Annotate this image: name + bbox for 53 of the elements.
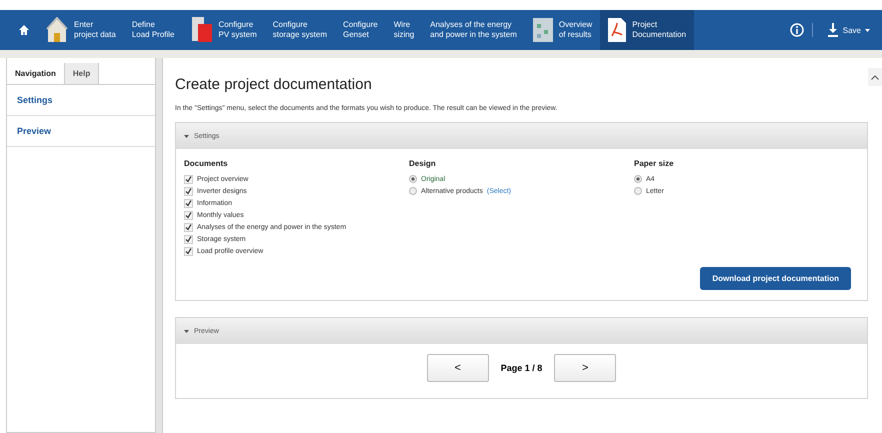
step-label: Configure storage system <box>272 20 327 40</box>
radio-button[interactable] <box>409 175 417 183</box>
chevron-up-icon <box>871 74 879 80</box>
documents-heading: Documents <box>184 159 229 168</box>
page-title: Create project documentation <box>175 76 373 93</box>
download-button[interactable]: Download project documentation <box>700 267 851 290</box>
step-label: Overview of results <box>558 20 592 40</box>
checkbox[interactable] <box>184 210 193 220</box>
scroll-up-button[interactable] <box>868 68 882 86</box>
house-icon <box>46 17 68 43</box>
checkbox[interactable] <box>184 222 193 232</box>
radio-button[interactable] <box>634 187 642 195</box>
wizard-step[interactable]: Configure Genset <box>335 10 386 50</box>
step-label: Define Load Profile <box>132 20 175 40</box>
step-label: Wire sizing <box>394 20 414 40</box>
step-label: Configure Genset <box>343 20 378 40</box>
wizard-step[interactable]: Enter project data <box>38 10 124 50</box>
next-page-button[interactable]: > <box>554 354 616 382</box>
save-button[interactable]: Save <box>820 22 876 38</box>
download-icon <box>826 23 839 37</box>
checkbox[interactable] <box>184 198 193 208</box>
info-icon[interactable] <box>790 23 804 37</box>
chart-icon <box>532 18 553 42</box>
wizard-step[interactable]: Overview of results <box>524 10 600 50</box>
caret-icon <box>865 28 870 32</box>
radio-button[interactable] <box>634 175 642 183</box>
wizard-step[interactable]: Configure storage system <box>264 10 335 50</box>
wizard-step[interactable]: Wire sizing <box>386 10 422 50</box>
checkbox[interactable] <box>184 174 193 184</box>
checkbox[interactable] <box>184 234 193 244</box>
wizard-step[interactable]: Project Documentation <box>600 10 694 50</box>
page-indicator: Page 1 / 8 <box>500 363 542 373</box>
sidebar-item[interactable]: Settings <box>7 85 156 116</box>
radio-button[interactable] <box>409 187 417 195</box>
design-heading: Design <box>409 159 437 168</box>
step-label: Configure PV system <box>218 20 257 40</box>
home-icon <box>18 24 30 36</box>
wizard-step[interactable]: Configure PV system <box>182 10 265 50</box>
pdf-icon <box>608 18 626 42</box>
caret-icon <box>184 330 189 332</box>
caret-icon <box>184 134 189 138</box>
paper-size-heading: Paper size <box>634 159 675 168</box>
sidebar-item[interactable]: Preview <box>7 116 156 147</box>
wizard-step[interactable]: Define Load Profile <box>124 10 183 50</box>
checkbox[interactable] <box>184 186 193 196</box>
step-label: Analyses of the energy and power in the system <box>430 20 517 40</box>
inverter-icon <box>190 16 213 44</box>
sidebar-tab[interactable]: Help <box>64 63 100 84</box>
wizard-step[interactable]: Analyses of the energy and power in the system <box>422 10 525 50</box>
checkbox[interactable] <box>184 246 193 256</box>
previous-page-button[interactable]: < <box>426 354 489 382</box>
step-label: Enter project data <box>74 20 116 40</box>
step-label: Project Documentation <box>632 20 686 40</box>
